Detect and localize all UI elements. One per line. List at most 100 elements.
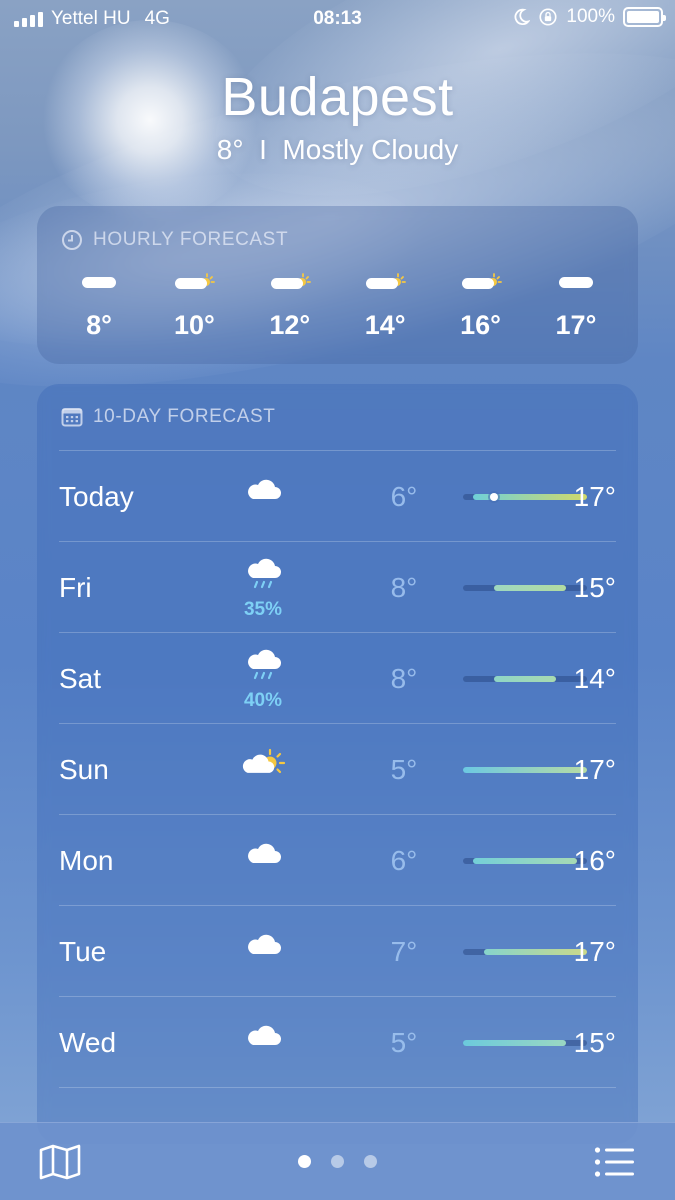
- clock-icon: [62, 230, 82, 250]
- list-icon: [594, 1147, 634, 1177]
- partly-sunny-icon: [173, 268, 216, 298]
- hourly-forecast-title: HOURLY FORECAST: [93, 229, 289, 250]
- battery-icon: [623, 7, 666, 27]
- partly-sunny-icon: [460, 268, 502, 298]
- hourly-item: 14°: [339, 268, 431, 341]
- high-temp: 17°: [573, 754, 616, 785]
- cloud-icon: [243, 1021, 283, 1056]
- cloud-icon: [243, 475, 283, 510]
- hourly-temp: 8°: [86, 310, 112, 340]
- hourly-item: 10°: [148, 268, 240, 341]
- low-temp: 6°: [390, 481, 418, 512]
- page-indicator[interactable]: [0, 1155, 675, 1168]
- day-icon-wrap: [231, 1021, 295, 1056]
- hourly-temp: 12°: [269, 310, 311, 340]
- day-name: Sat: [59, 663, 102, 694]
- day-row[interactable]: Mon 6° 16°: [59, 814, 616, 905]
- day-row[interactable]: Sun 5° 17°: [59, 723, 616, 814]
- page-dot[interactable]: [364, 1155, 377, 1168]
- temp-range-bar: [463, 493, 587, 501]
- hourly-forecast-card[interactable]: HOURLY FORECAST 8° 10° 12° 14° 16° 17°: [37, 206, 638, 364]
- hourly-item: 16°: [435, 268, 527, 341]
- day-name: Fri: [59, 572, 92, 603]
- cloud-icon: [243, 839, 283, 874]
- low-temp: 5°: [390, 754, 418, 785]
- high-temp: 15°: [573, 1027, 616, 1058]
- temp-range-fill: [494, 676, 556, 682]
- city-list-button[interactable]: [593, 1143, 637, 1181]
- rotation-lock-icon: [539, 8, 557, 26]
- temp-range-fill: [463, 767, 587, 773]
- hourly-temp: 10°: [173, 310, 215, 340]
- hourly-temp: 17°: [555, 310, 597, 340]
- day-row[interactable]: Sat 40% 8° 14°: [59, 632, 616, 723]
- ten-day-forecast-header: 10-DAY FORECAST: [61, 406, 276, 428]
- day-name: Sun: [59, 754, 109, 785]
- page-dot[interactable]: [331, 1155, 344, 1168]
- rain-cloud-icon: [243, 556, 283, 597]
- temp-range-fill: [484, 949, 587, 955]
- cloud-icon: [80, 268, 118, 298]
- temp-range-bar: [463, 949, 587, 955]
- moon-icon: [514, 8, 531, 26]
- cloud-icon: [243, 930, 283, 965]
- ten-day-forecast-card[interactable]: 10-DAY FORECAST Today 6° 17° Fri 35% 8° …: [37, 384, 638, 1144]
- hourly-item: 12°: [244, 268, 336, 341]
- city-name: Budapest: [221, 67, 454, 127]
- current-temp-dot: [490, 493, 498, 501]
- high-temp: 17°: [573, 936, 616, 967]
- day-row[interactable]: Today 6° 17°: [59, 450, 616, 541]
- partly-sunny-icon: [240, 748, 286, 785]
- battery-percent: 100%: [566, 6, 615, 27]
- daily-list[interactable]: Today 6° 17° Fri 35% 8° 15° Sat 40% 8° 1…: [59, 450, 616, 1144]
- day-row[interactable]: Wed 5° 15°: [59, 996, 616, 1087]
- hourly-list[interactable]: 8° 10° 12° 14° 16° 17°: [53, 268, 622, 341]
- temp-range-bar: [463, 585, 587, 591]
- day-icon-wrap: [231, 930, 295, 965]
- current-conditions: 8° I Mostly Cloudy: [216, 134, 459, 165]
- day-icon-wrap: [231, 839, 295, 874]
- precipitation-chance: 35%: [243, 599, 283, 620]
- low-temp: 8°: [390, 572, 418, 603]
- rain-cloud-icon: [243, 647, 283, 688]
- day-name: Mon: [59, 845, 114, 876]
- precipitation-chance: 40%: [243, 690, 283, 711]
- low-temp: 7°: [390, 936, 418, 967]
- status-right: 100%: [512, 6, 666, 28]
- status-bar: Yettel HU 4G 08:13 100%: [0, 0, 675, 38]
- high-temp: 15°: [573, 572, 616, 603]
- low-temp: 6°: [390, 845, 418, 876]
- low-temp: 8°: [390, 663, 418, 694]
- partly-sunny-icon: [269, 268, 311, 298]
- day-icon-wrap: [231, 475, 295, 510]
- high-temp: 17°: [573, 481, 616, 512]
- page-dot[interactable]: [298, 1155, 311, 1168]
- temp-range-bar: [463, 676, 587, 682]
- day-name: Wed: [59, 1027, 117, 1058]
- calendar-icon: [61, 408, 83, 427]
- day-icon-wrap: 35%: [231, 556, 295, 621]
- temp-range-bar: [463, 858, 587, 864]
- day-row[interactable]: Fri 35% 8° 15°: [59, 541, 616, 632]
- ten-day-forecast-title: 10-DAY FORECAST: [93, 406, 276, 427]
- hourly-temp: 14°: [364, 310, 406, 340]
- temp-range-bar: [463, 767, 587, 773]
- temp-range-fill: [463, 1040, 566, 1046]
- high-temp: 14°: [573, 663, 616, 694]
- day-row[interactable]: Tue 7° 17°: [59, 905, 616, 996]
- high-temp: 16°: [573, 845, 616, 876]
- day-name: Today: [59, 481, 134, 512]
- bottom-toolbar: [0, 1122, 675, 1200]
- temp-range-bar: [463, 1040, 587, 1046]
- temp-range-fill: [473, 858, 577, 864]
- hourly-forecast-header: HOURLY FORECAST: [61, 229, 288, 251]
- day-icon-wrap: 40%: [231, 647, 295, 712]
- low-temp: 5°: [390, 1027, 418, 1058]
- hourly-item: 8°: [53, 268, 145, 341]
- cloud-icon: [557, 268, 595, 298]
- hourly-temp: 16°: [460, 310, 501, 340]
- day-name: Tue: [59, 936, 107, 967]
- temp-range-fill: [494, 585, 566, 591]
- day-icon-wrap: [231, 748, 295, 785]
- partly-sunny-icon: [364, 268, 407, 298]
